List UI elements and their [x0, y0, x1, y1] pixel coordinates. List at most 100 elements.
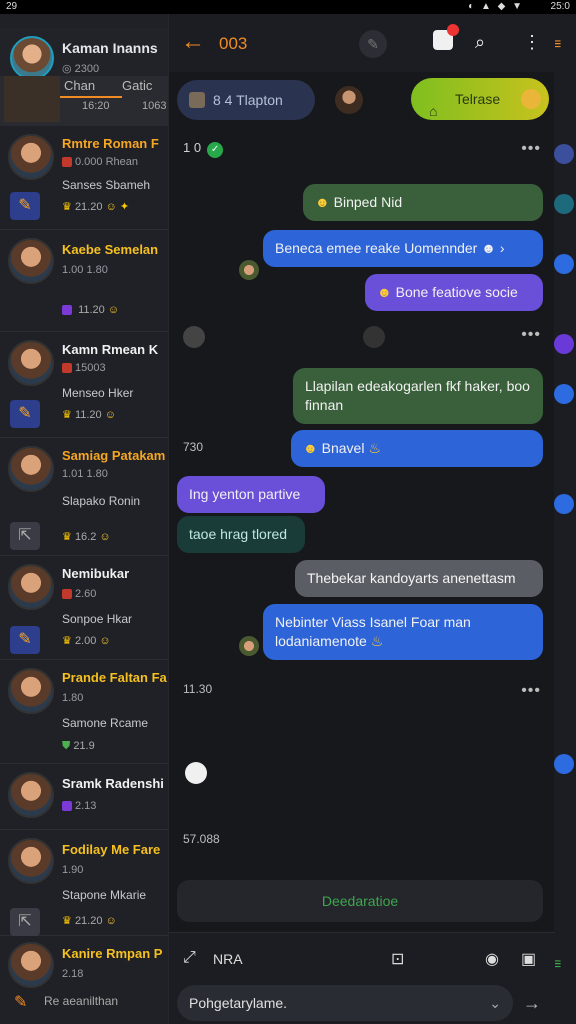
pencil-icon[interactable]: ✎: [10, 192, 40, 220]
share-icon[interactable]: ⇱: [10, 908, 40, 936]
list-item[interactable]: Kamn Rmean K 15003 Menseo Hker ✎ ♛ 11.20…: [0, 332, 172, 438]
chat-meta: ♛ 16.2 ☺: [62, 531, 111, 543]
list-item[interactable]: Kaebe Semelan 1.00 1.80 11.20 ☺: [0, 230, 172, 332]
avatar: [8, 446, 54, 492]
chip-bar: 8 4 Tlapton ⌂ Telrase: [169, 76, 555, 126]
status-time: 25:0: [550, 1, 570, 12]
crown-icon: ♛: [62, 635, 72, 647]
chip-icon: [189, 92, 205, 108]
side-icon[interactable]: [554, 254, 574, 274]
composer-label: NRA: [213, 951, 243, 967]
avatar: [8, 838, 54, 884]
arrow-left-icon[interactable]: ←: [181, 28, 205, 56]
message-bubble[interactable]: Beneca emee reake Uomennder ☻ ›: [263, 230, 543, 267]
list-item[interactable]: Sramk Radenshi 2.13: [0, 764, 172, 830]
avatar[interactable]: [335, 86, 363, 114]
more-vertical-icon[interactable]: ⋮: [523, 32, 541, 53]
chat-tab-row[interactable]: Chan Gatic 16:20 1063: [0, 76, 172, 126]
avatar: [8, 134, 54, 180]
message-list: 1 0 ✓ ••• ☻ Binped Nid Beneca emee reake …: [169, 126, 555, 926]
shield-icon: ⛊: [62, 740, 71, 752]
side-icon[interactable]: [554, 194, 574, 214]
tab-gatic[interactable]: Gatic: [122, 78, 152, 93]
avatar: [183, 326, 205, 348]
flag-icon: [62, 589, 72, 600]
timestamp: 11.30: [183, 682, 213, 696]
send-icon[interactable]: →: [523, 993, 541, 1014]
list-item[interactable]: Kanire Rmpan P 2.18 Re aeanilthan ✎: [0, 936, 172, 1024]
list-item[interactable]: Rmtre Roman F 0.000 Rhean Sanses Sbameh …: [0, 126, 172, 230]
chat-name: Nemibukar: [62, 566, 130, 581]
pencil-icon[interactable]: ✎: [10, 626, 40, 654]
pencil-icon[interactable]: ✎: [10, 400, 40, 428]
chat-name: Rmtre Roman F: [62, 136, 159, 151]
message-bubble[interactable]: ☻ Bnavel ♨: [291, 430, 543, 467]
chat-meta: ♛ 21.20 ☺ ✦: [62, 201, 130, 213]
chat-sub: 2.13: [62, 800, 96, 812]
message-bubble[interactable]: Thebekar kandoyarts anenettasm: [295, 560, 543, 597]
chat-sub: 2.18: [62, 968, 84, 980]
message-bubble[interactable]: Llapilan edeakogarlen fkf haker, boo fin…: [293, 368, 543, 424]
chat-preview: Sonpoe Hkar: [62, 612, 133, 626]
list-item[interactable]: Samiag Patakam 1.01 1.80 Slapako Ronin ⇱…: [0, 438, 172, 556]
chat-name: Kaebe Semelan: [62, 242, 159, 257]
more-icon[interactable]: •••: [521, 140, 541, 158]
side-icon[interactable]: [554, 494, 574, 514]
message-bubble[interactable]: ☻ Bone featiove socie: [365, 274, 543, 311]
thumbnail: [4, 76, 60, 122]
message-bubble[interactable]: ☻ Binped Nid: [303, 184, 543, 221]
pin-icon[interactable]: ✎: [359, 30, 387, 58]
tab-indicator: [60, 96, 122, 98]
pencil-icon[interactable]: ✎: [14, 992, 27, 1012]
message-bubble[interactable]: Nebinter Viass Isanel Foar man lodaniame…: [263, 604, 543, 660]
avatar: [8, 340, 54, 386]
side-icon[interactable]: [554, 754, 574, 774]
message-bubble[interactable]: taoe hrag tlored: [177, 516, 305, 553]
chat-preview: Slapako Ronin: [62, 494, 141, 508]
more-icon[interactable]: •••: [521, 326, 541, 344]
chat-name: Fodilay Me Fare: [62, 842, 161, 857]
action-button[interactable]: Deedaratioe: [177, 880, 543, 922]
timestamp: 57.088: [183, 832, 220, 846]
status-dot: [521, 89, 541, 109]
chevron-down-icon[interactable]: ⌄: [489, 985, 501, 1021]
side-icon[interactable]: [554, 334, 574, 354]
avatar[interactable]: [10, 36, 54, 80]
crown-icon: ♛: [62, 409, 72, 421]
lock-icon[interactable]: ⊡: [391, 949, 404, 969]
tab-chan[interactable]: Chan: [64, 78, 95, 93]
image-icon[interactable]: ▣: [521, 949, 536, 969]
search-icon[interactable]: ⌕: [475, 32, 485, 53]
notification-badge: [447, 24, 459, 36]
chip-left[interactable]: 8 4 Tlapton: [177, 80, 315, 120]
more-icon[interactable]: •••: [521, 682, 541, 700]
notification-icon[interactable]: [433, 24, 459, 50]
list-item[interactable]: Prande Faltan Fa 1.80 Samone Rcame ⛊ 21.…: [0, 660, 172, 764]
list-item[interactable]: Nemibukar 2.60 Sonpoe Hkar ✎ ♛ 2.00 ☺: [0, 556, 172, 660]
avatar: [8, 942, 54, 988]
list-item[interactable]: Fodilay Me Fare 1.90 Stapone Mkarie ⇱ ♛ …: [0, 830, 172, 936]
chat-name: Sramk Radenshi: [62, 776, 164, 791]
avatar: [239, 636, 259, 656]
avatar: [8, 772, 54, 818]
chat-sub: 0.000 Rhean: [62, 156, 138, 168]
timestamp: 730: [183, 440, 204, 454]
chat-meta: ♛ 11.20 ☺: [62, 409, 116, 421]
message-input[interactable]: Pohgetarylame. ⌄: [177, 985, 513, 1021]
conversation-header: ← 003 ✎ ⌕ ⋮: [169, 14, 555, 72]
chip-right[interactable]: ⌂ Telrase: [411, 78, 549, 120]
smile-icon: ☺: [105, 915, 117, 927]
camera-icon[interactable]: ◉: [485, 949, 499, 969]
chat-meta: ♛ 2.00 ☺: [62, 635, 111, 647]
share-icon[interactable]: ⇱: [10, 522, 40, 550]
chat-sub: 2.60: [62, 588, 96, 600]
tab-time-2: 1063: [142, 100, 167, 112]
side-icon[interactable]: [554, 144, 574, 164]
side-icon[interactable]: [554, 384, 574, 404]
avatar: [239, 260, 259, 280]
expand-icon[interactable]: ⤢: [183, 949, 196, 967]
chat-preview: Sanses Sbameh: [62, 178, 151, 192]
message-bubble[interactable]: Ing yenton partive: [177, 476, 325, 513]
chat-list: Kaman Inanns ◎ 2300 Chan Gatic 16:20 106…: [0, 14, 172, 1024]
check-icon: ✓: [207, 142, 224, 158]
